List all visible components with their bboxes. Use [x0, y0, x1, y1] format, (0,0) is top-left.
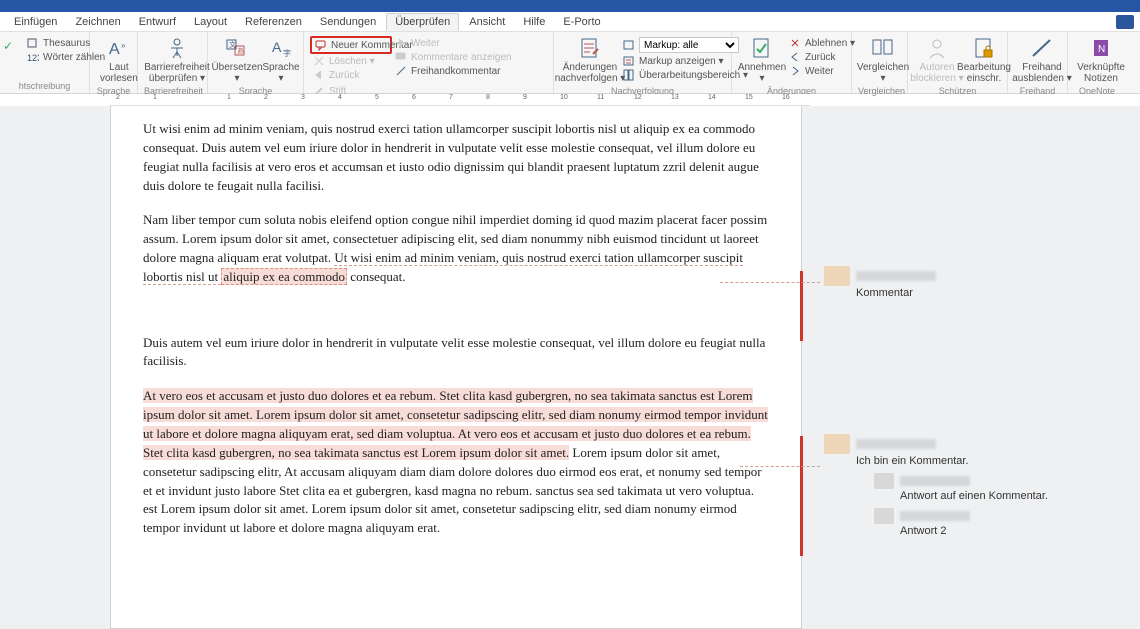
title-bar	[0, 0, 1140, 12]
horizontal-ruler[interactable]: 2112345678910111213141516	[110, 94, 810, 106]
reply-author	[900, 476, 970, 486]
paragraph-3[interactable]: Duis autem vel eum iriure dolor in hendr…	[143, 334, 769, 372]
app-icon	[1116, 15, 1134, 29]
avatar-icon	[824, 266, 850, 286]
menu-eporto[interactable]: E-Porto	[555, 14, 608, 30]
svg-text:✓: ✓	[3, 39, 13, 53]
paragraph-2[interactable]: Nam liber tempor cum soluta nobis eleife…	[143, 211, 769, 286]
menu-sendungen[interactable]: Sendungen	[312, 14, 384, 30]
menu-einfuegen[interactable]: Einfügen	[6, 14, 65, 30]
track-changes-button[interactable]: Änderungen nachverfolgen ▾	[560, 34, 620, 86]
comment-text-1[interactable]: Kommentar	[856, 287, 1114, 299]
svg-text:字: 字	[283, 48, 291, 58]
svg-text:あ: あ	[237, 47, 244, 55]
paragraph-4[interactable]: At vero eos et accusam et justo duo dolo…	[143, 387, 769, 538]
next-change-button[interactable]: Weiter	[786, 64, 858, 78]
menu-entwurf[interactable]: Entwurf	[131, 14, 184, 30]
ribbon: ✓ Thesaurus 123Wörter zählen htschreibun…	[0, 32, 1140, 94]
comment-author	[856, 439, 936, 449]
reply-text-2[interactable]: Antwort 2	[900, 525, 1114, 537]
block-authors-button[interactable]: Autoren blockieren ▾	[914, 34, 960, 86]
spellcheck-button[interactable]: ✓	[6, 34, 24, 64]
comment-connector-1	[720, 282, 820, 283]
comment-connector-2	[740, 466, 820, 467]
menu-bar: Einfügen Zeichnen Entwurf Layout Referen…	[0, 12, 1140, 32]
group-vergleichen-label: Vergleichen	[858, 86, 901, 98]
comment-author	[856, 271, 936, 281]
comment-text-2[interactable]: Ich bin ein Kommentar.	[856, 455, 1114, 467]
document-page[interactable]: Ut wisi enim ad minim veniam, quis nostr…	[110, 106, 802, 629]
menu-ansicht[interactable]: Ansicht	[461, 14, 513, 30]
hide-ink-button[interactable]: Freihand ausblenden ▾	[1014, 34, 1070, 86]
group-freihand-label: Freihand	[1014, 86, 1061, 98]
language-button[interactable]: A字 Sprache ▾	[260, 34, 302, 86]
document-workspace: Ut wisi enim ad minim veniam, quis nostr…	[0, 106, 1140, 629]
comment-bar-2	[800, 436, 803, 556]
group-schuetzen-label: Schützen	[914, 86, 1001, 98]
delete-comment-button[interactable]: Löschen ▾	[310, 54, 392, 68]
group-onenote-label: OneNote	[1074, 86, 1120, 98]
svg-text:A: A	[109, 41, 120, 58]
menu-zeichnen[interactable]: Zeichnen	[67, 14, 128, 30]
paragraph-1[interactable]: Ut wisi enim ad minim veniam, quis nostr…	[143, 120, 769, 195]
prev-comment-button[interactable]: Zurück	[310, 68, 392, 82]
svg-text:N: N	[1098, 44, 1105, 55]
menu-hilfe[interactable]: Hilfe	[515, 14, 553, 30]
restrict-editing-button[interactable]: Bearbeitung einschr.	[960, 34, 1008, 86]
reply-text-1[interactable]: Antwort auf einen Kommentar.	[900, 490, 1114, 502]
svg-text:»: »	[121, 41, 126, 50]
prev-change-button[interactable]: Zurück	[786, 50, 858, 64]
read-aloud-button[interactable]: A» Laut vorlesen	[96, 34, 142, 86]
ink-comment-button[interactable]: Freihandkommentar	[392, 64, 502, 78]
group-spellcheck-label: htschreibung	[6, 81, 83, 93]
show-comments-button[interactable]: Kommentare anzeigen	[392, 50, 502, 64]
comment-range-1[interactable]: aliquip ex ea commodo	[221, 268, 347, 285]
reply-author	[900, 511, 970, 521]
linked-notes-button[interactable]: N Verknüpfte Notizen	[1074, 34, 1128, 86]
comment-reply-1[interactable]: Antwort auf einen Kommentar.	[874, 473, 1114, 502]
translate-button[interactable]: 文あ Übersetzen ▾	[214, 34, 260, 86]
menu-ueberpruefen[interactable]: Überprüfen	[386, 13, 459, 31]
menu-layout[interactable]: Layout	[186, 14, 235, 30]
svg-text:A: A	[272, 39, 282, 55]
comment-reply-2[interactable]: Antwort 2	[874, 508, 1114, 537]
avatar-icon	[824, 434, 850, 454]
comment-card-1[interactable]: Kommentar	[824, 266, 1114, 299]
avatar-icon	[874, 508, 894, 524]
svg-text:文: 文	[229, 40, 236, 49]
next-comment-button[interactable]: Weiter	[392, 36, 502, 50]
accept-button[interactable]: Annehmen ▾	[738, 34, 786, 86]
svg-text:123: 123	[27, 53, 39, 63]
compare-button[interactable]: Vergleichen ▾	[858, 34, 908, 86]
comment-card-2[interactable]: Ich bin ein Kommentar. Antwort auf einen…	[824, 434, 1114, 537]
reject-button[interactable]: Ablehnen ▾	[786, 36, 858, 50]
accessibility-check-button[interactable]: Barrierefreiheit überprüfen ▾	[144, 34, 210, 86]
avatar-icon	[874, 473, 894, 489]
new-comment-button[interactable]: Neuer Kommentar	[310, 36, 392, 54]
menu-referenzen[interactable]: Referenzen	[237, 14, 310, 30]
